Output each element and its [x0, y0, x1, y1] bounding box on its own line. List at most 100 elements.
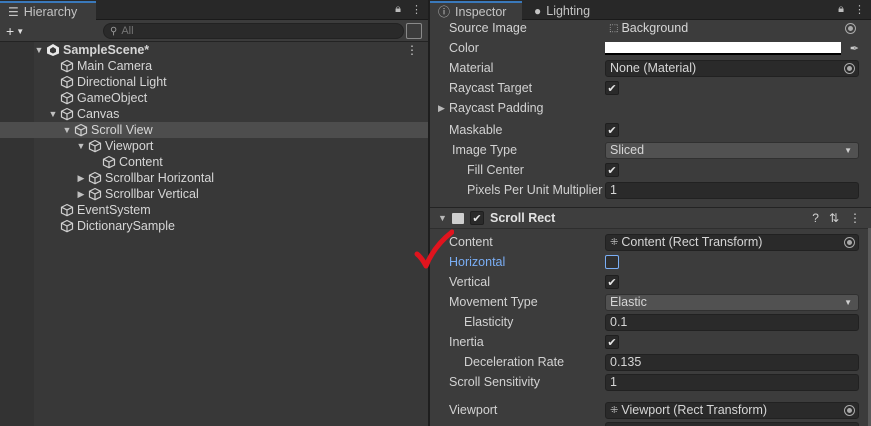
presets-icon[interactable]: ⇅ [829, 211, 839, 225]
hierarchy-item[interactable]: ▶ Scrollbar Vertical [0, 186, 428, 202]
kebab-menu-icon[interactable]: ⋮ [849, 211, 861, 225]
search-input[interactable] [121, 25, 382, 37]
prop-vertical: Vertical ✔ [430, 273, 871, 291]
scroll-rect-header[interactable]: ▼ ✔ Scroll Rect ? ⇅ ⋮ [430, 207, 871, 229]
lock-icon[interactable]: 🔒︎ [395, 3, 401, 16]
tab-lighting-label: Lighting [546, 3, 591, 18]
inspector-panel: ⓘ Inspector ● Lighting 🔒︎ ⋮ Source Image… [430, 0, 871, 426]
scroll-sensitivity-field[interactable]: 1 [605, 373, 859, 391]
scroll-rect-enabled-checkbox[interactable]: ✔ [470, 211, 484, 225]
gameobject-cube-icon [88, 171, 102, 185]
source-image-field[interactable]: ⬚ Background [605, 21, 859, 37]
object-picker-icon[interactable] [844, 62, 855, 74]
expand-down-icon[interactable]: ▼ [76, 141, 86, 151]
hierarchy-tab-bar: ☰ Hierarchy 🔒︎ ⋮ [0, 0, 428, 20]
prop-image-type: Image Type Sliced ▼ [430, 141, 871, 159]
hierarchy-item[interactable]: ▼ Viewport [0, 138, 428, 154]
prop-horizontal: Horizontal [430, 253, 871, 271]
content-field[interactable]: ⁜ Content (Rect Transform) [605, 233, 859, 251]
rect-transform-icon: ⁜ [610, 404, 619, 416]
eyedropper-icon[interactable]: ✒ [850, 42, 859, 55]
hierarchy-item-label: SampleScene* [63, 43, 150, 57]
gameobject-cube-icon [88, 187, 102, 201]
viewport-label: Viewport [449, 403, 498, 417]
image-type-label: Image Type [452, 143, 518, 157]
material-field[interactable]: None (Material) [605, 59, 859, 77]
hierarchy-item-label: DictionarySample [77, 219, 175, 233]
hierarchy-list-icon: ☰ [8, 4, 19, 19]
hierarchy-item[interactable]: ▼ Canvas [0, 106, 428, 122]
object-picker-icon[interactable] [844, 236, 855, 248]
add-object-button[interactable]: + ▼ [6, 23, 24, 39]
elasticity-field[interactable]: 0.1 [605, 313, 859, 331]
expand-down-icon[interactable]: ▼ [34, 45, 44, 55]
scene-row[interactable]: ▼ SampleScene* ⋮ [0, 42, 428, 58]
ppu-field[interactable]: 1 [605, 181, 859, 199]
deceleration-label: Deceleration Rate [464, 355, 565, 369]
lock-icon[interactable]: 🔒︎ [838, 3, 844, 16]
gameobject-cube-icon [60, 75, 74, 89]
prop-scroll-sensitivity: Scroll Sensitivity 1 [430, 373, 871, 391]
plus-icon: + [6, 23, 15, 39]
hierarchy-item-label: Viewport [105, 139, 154, 153]
hierarchy-item-label: Content [119, 155, 163, 169]
prop-source-image: Source Image ⬚ Background [430, 21, 871, 37]
sprite-icon: ⬚ [609, 22, 619, 34]
expand-down-icon[interactable]: ▼ [48, 109, 58, 119]
hierarchy-item[interactable]: GameObject [0, 90, 428, 106]
gameobject-cube-icon [60, 203, 74, 217]
horizontal-label: Horizontal [449, 255, 506, 269]
hierarchy-item[interactable]: ▼ Scroll View [0, 122, 428, 138]
raycast-target-checkbox[interactable]: ✔ [605, 81, 619, 95]
foldout-arrow-icon[interactable]: ▶ [438, 103, 445, 114]
hierarchy-tab-controls: 🔒︎ ⋮ [395, 3, 422, 16]
tab-lighting[interactable]: ● Lighting [526, 1, 622, 20]
hierarchy-item[interactable]: EventSystem [0, 202, 428, 218]
deceleration-field[interactable]: 0.135 [605, 353, 859, 371]
viewport-field[interactable]: ⁜ Viewport (Rect Transform) [605, 401, 859, 419]
kebab-menu-icon[interactable]: ⋮ [411, 3, 422, 16]
tab-inspector[interactable]: ⓘ Inspector [430, 1, 522, 20]
inertia-checkbox[interactable]: ✔ [605, 335, 619, 349]
prop-inertia: Inertia ✔ [430, 333, 871, 351]
vertical-checkbox[interactable]: ✔ [605, 275, 619, 289]
object-picker-icon[interactable] [845, 22, 856, 34]
expand-down-icon[interactable]: ▼ [62, 125, 72, 135]
image-type-value: Sliced [610, 143, 645, 157]
tab-inspector-label: Inspector [455, 4, 507, 19]
hierarchy-item[interactable]: Content [0, 154, 428, 170]
foldout-arrow-icon[interactable]: ▼ [438, 213, 447, 223]
fill-center-checkbox[interactable]: ✔ [605, 163, 619, 177]
image-type-dropdown[interactable]: Sliced ▼ [605, 141, 859, 159]
gameobject-cube-icon [60, 219, 74, 233]
object-picker-icon[interactable] [844, 404, 855, 416]
component-header-icons: ? ⇅ ⋮ [812, 211, 861, 225]
color-swatch[interactable] [605, 41, 841, 55]
hierarchy-item[interactable]: Main Camera [0, 58, 428, 74]
hierarchy-item-label: Canvas [77, 107, 120, 121]
collapse-right-icon[interactable]: ▶ [76, 173, 86, 184]
gameobject-cube-icon [102, 155, 116, 169]
horizontal-checkbox[interactable] [605, 255, 619, 269]
movement-type-value: Elastic [610, 295, 647, 309]
hierarchy-item[interactable]: Directional Light [0, 74, 428, 90]
hierarchy-search[interactable]: ⚲ [103, 23, 404, 39]
help-icon[interactable]: ? [812, 211, 819, 225]
prop-fill-center: Fill Center ✔ [430, 161, 871, 179]
prop-color: Color ✒ [430, 39, 871, 57]
viewport-value: Viewport (Rect Transform) [621, 403, 768, 417]
kebab-menu-icon[interactable]: ⋮ [406, 43, 418, 57]
vertical-label: Vertical [449, 275, 490, 289]
hierarchy-item[interactable]: DictionarySample [0, 218, 428, 234]
maskable-checkbox[interactable]: ✔ [605, 123, 619, 137]
movement-type-dropdown[interactable]: Elastic ▼ [605, 293, 859, 311]
prop-material: Material None (Material) [430, 59, 871, 77]
search-by-type-icon[interactable] [406, 23, 422, 39]
movement-type-label: Movement Type [449, 295, 538, 309]
kebab-menu-icon[interactable]: ⋮ [854, 3, 865, 16]
collapse-right-icon[interactable]: ▶ [76, 189, 86, 200]
hierarchy-item[interactable]: ▶ Scrollbar Horizontal [0, 170, 428, 186]
tab-hierarchy[interactable]: ☰ Hierarchy [0, 1, 96, 20]
prop-raycast-padding[interactable]: ▶ Raycast Padding [430, 99, 871, 117]
prop-elasticity: Elasticity 0.1 [430, 313, 871, 331]
